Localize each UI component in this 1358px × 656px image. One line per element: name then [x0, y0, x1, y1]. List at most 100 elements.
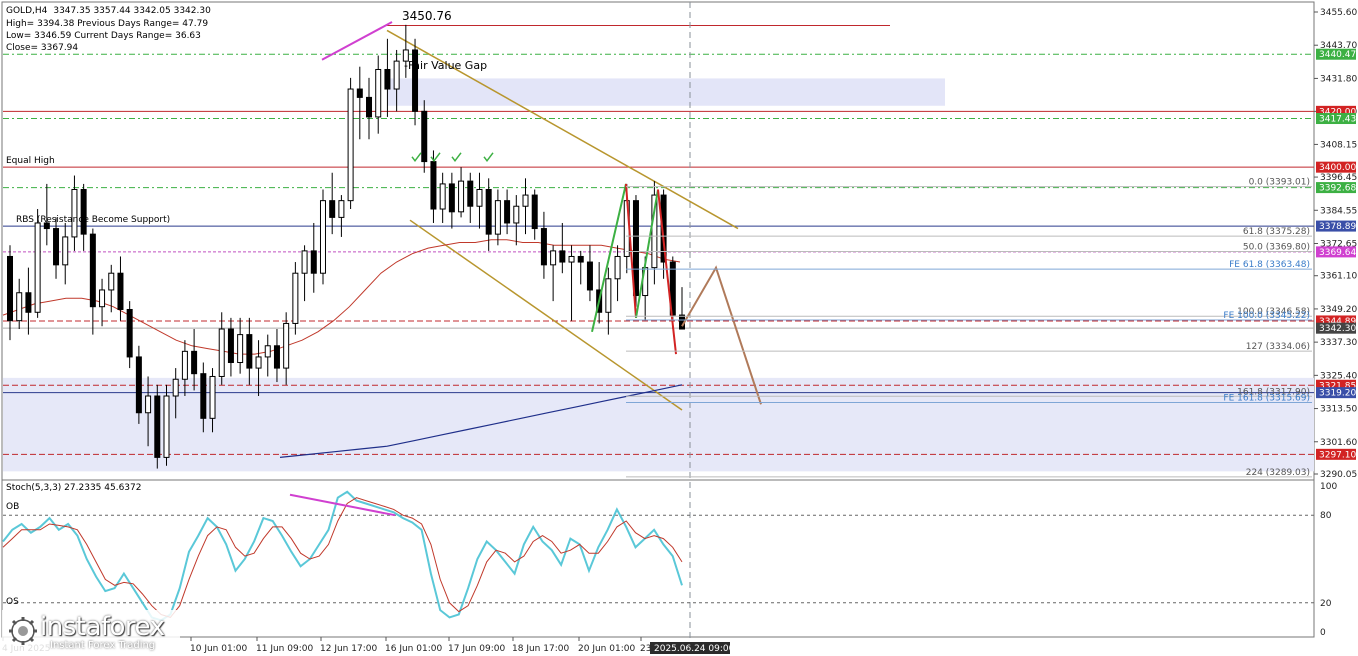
candle [467, 172, 474, 223]
candle-body-bull [181, 350, 188, 380]
candle-body-bull [71, 188, 78, 238]
candle [421, 100, 428, 173]
candle [154, 384, 161, 469]
fib-level-label: FE 161.8 (3315.69) [1223, 393, 1310, 403]
y-tick-label: 3455.60 [1320, 8, 1357, 18]
candle-body-bull [494, 200, 501, 235]
price-tag-label: 3378.89 [1319, 222, 1356, 232]
candle-body-bear [504, 200, 511, 224]
y-tick-label: 3301.60 [1320, 438, 1357, 448]
instaforex-gear-icon [9, 617, 37, 645]
candle [577, 250, 584, 285]
candle [504, 189, 511, 235]
price-tag-label: 3400.00 [1319, 163, 1356, 173]
x-tick-label: 16 Jun 01:00 [385, 644, 442, 654]
check-mark-icon [483, 152, 494, 163]
x-tick-label: 10 Jun 01:00 [190, 644, 247, 654]
high-price-label: 3450.76 [402, 9, 452, 23]
x-tick-label: 17 Jun 09:00 [448, 644, 505, 654]
candle-body-bull [99, 289, 106, 308]
candle-body-bear [191, 350, 198, 375]
candle [310, 222, 317, 293]
price-tag-label: 3342.30 [1319, 324, 1356, 334]
candle [513, 195, 520, 246]
candle-body-bull [34, 222, 41, 313]
check-mark-icon [451, 152, 462, 163]
y-tick-label: 3408.15 [1320, 140, 1357, 150]
candle-body-bull [550, 250, 557, 266]
candle-body-bull [264, 345, 271, 358]
candle-body-bull [347, 88, 354, 202]
watermark-brand: instaforex [40, 612, 165, 642]
candle [62, 222, 69, 285]
candle-body-bull [301, 250, 308, 274]
candle-body-bear [89, 233, 96, 308]
candle-body-bear [366, 96, 373, 118]
candle [559, 222, 566, 274]
candle [264, 334, 271, 377]
ohlc-values: 3347.35 3357.44 3342.05 3342.30 [53, 6, 211, 16]
candle-body-bull [209, 375, 216, 419]
candle [329, 172, 336, 235]
candle-body-bear [80, 188, 87, 235]
stoch-pane-frame [1, 479, 1315, 638]
candle [614, 245, 621, 302]
candle [71, 175, 78, 251]
candle-body-bear [154, 395, 161, 458]
rbs-label: RBS (Resistance Become Support) [16, 215, 170, 225]
candle-body-bear [531, 194, 538, 230]
candle [135, 345, 142, 424]
candle-body-bear [421, 110, 428, 163]
candle-body-bull [605, 278, 612, 313]
info-line-1: High= 3394.38 Previous Days Range= 47.79 [6, 19, 208, 29]
candle-body-bear [310, 250, 317, 274]
candle-body-bull [338, 200, 345, 218]
candle [476, 172, 483, 229]
check-mark-icon [411, 152, 422, 163]
candle-body-bull [163, 395, 170, 458]
candle-body-bear [467, 180, 474, 207]
candle [89, 228, 96, 335]
candle-body-bear [273, 345, 280, 369]
candle [448, 172, 455, 229]
candle [375, 55, 382, 134]
candle-body-bear [246, 334, 253, 369]
cursor-time-label: 2025.06.24 09:00 [654, 644, 735, 654]
x-tick-label: 11 Jun 09:00 [256, 644, 313, 654]
candle-body-bull [255, 356, 262, 369]
candle-body-bear [559, 250, 566, 263]
check-mark-icon [430, 152, 441, 163]
price-tag-label: 3417.43 [1319, 115, 1356, 125]
candle-body-bear [53, 228, 60, 266]
candle-body-bull [393, 60, 400, 90]
candle-body-bear [135, 356, 142, 414]
x-tick-label: 20 Jun 01:00 [578, 644, 635, 654]
candle [218, 312, 225, 385]
candle-body-bull [614, 255, 621, 280]
candle-body-bear [227, 328, 234, 364]
demand-zone [3, 377, 1314, 472]
candle-body-bull [458, 180, 465, 213]
info-line-2: Low= 3346.59 Current Days Range= 36.63 [6, 31, 201, 41]
candle [53, 217, 60, 279]
candle-body-bull [283, 322, 290, 369]
candle [227, 317, 234, 377]
chart-root: 0.0 (3393.01) 61.8 (3375.28) 50.0 (3369.80… [0, 0, 1358, 656]
candle-body-bull [145, 395, 152, 414]
candle [356, 66, 363, 140]
candle-body-bull [62, 236, 69, 266]
candle-body-bear [577, 255, 584, 263]
trading-chart: 0.0 (3393.01) 61.8 (3375.28) 50.0 (3369.80… [1, 1, 1357, 654]
candle-body-bear [25, 292, 32, 313]
candle [531, 189, 538, 240]
candle [301, 245, 308, 302]
fib-level-label: FE 61.8 (3363.48) [1229, 260, 1310, 270]
stoch-tick-label: 100 [1320, 482, 1337, 492]
watermark-tagline: Instant Forex Trading [50, 640, 156, 651]
price-tag-label: 3440.47 [1319, 50, 1356, 60]
fair-value-gap-zone [387, 78, 945, 106]
info-line-3: Close= 3367.94 [6, 43, 78, 53]
y-tick-label: 3396.45 [1320, 173, 1357, 183]
os-label: OS [6, 597, 19, 607]
candle-body-bull [439, 183, 446, 210]
